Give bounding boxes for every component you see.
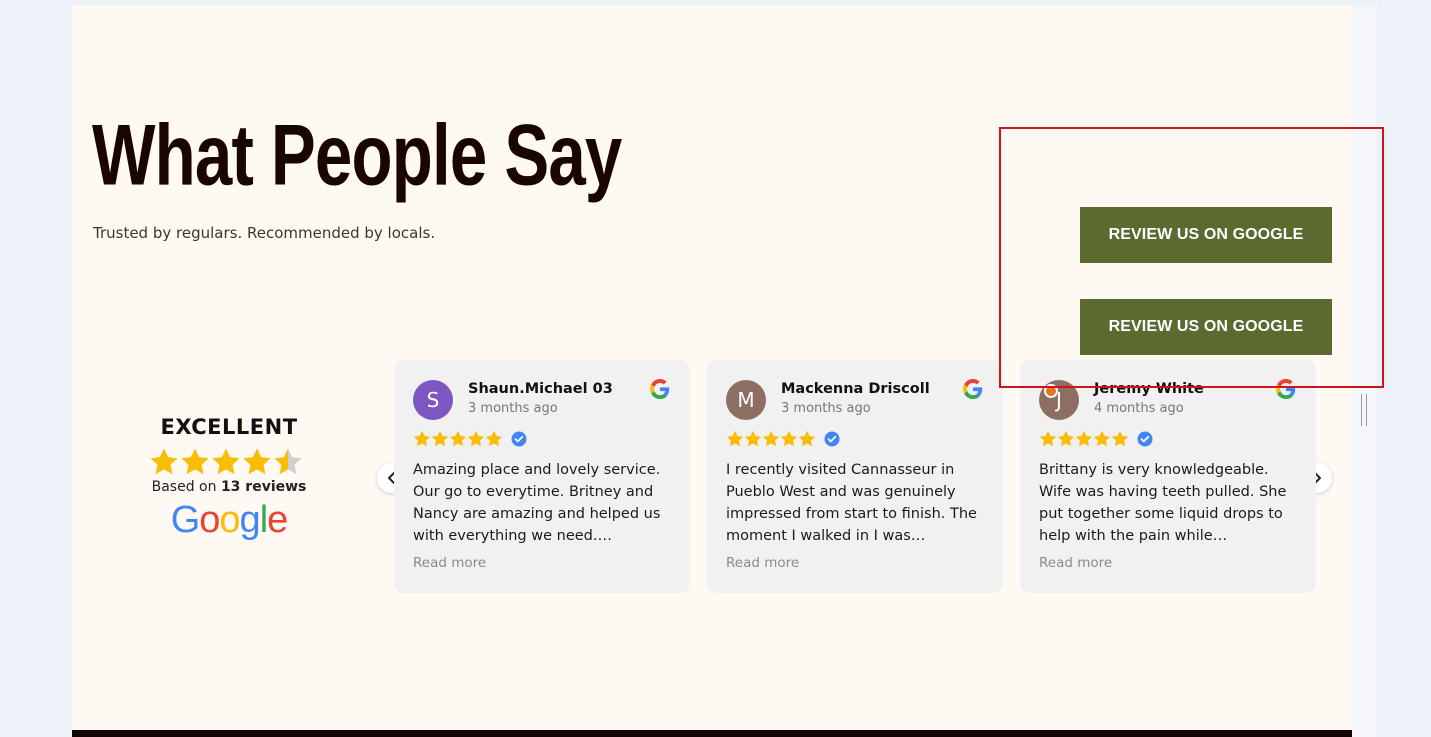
card-stars — [726, 430, 840, 448]
local-guide-badge-icon — [1044, 384, 1058, 398]
based-on-label: Based on — [151, 479, 217, 495]
summary-star-rating — [150, 448, 302, 475]
review-us-on-google-button-secondary[interactable]: REVIEW US ON GOOGLE — [1080, 299, 1332, 355]
review-date: 3 months ago — [781, 401, 871, 416]
google-g-icon — [1276, 379, 1296, 399]
read-more-link[interactable]: Read more — [726, 555, 799, 571]
review-card: M Mackenna Driscoll 3 months ago I recen… — [707, 360, 1003, 593]
star-rating — [413, 430, 503, 447]
google-g-icon — [963, 379, 983, 399]
star-icon — [150, 448, 178, 475]
review-text: I recently visited Cannasseur in Pueblo … — [726, 462, 977, 544]
review-count-value: 13 reviews — [220, 479, 307, 495]
resize-handle-icon[interactable] — [1361, 394, 1367, 426]
review-card: J Jeremy White 4 months ago Brittany is … — [1020, 360, 1316, 593]
read-more-link[interactable]: Read more — [413, 555, 486, 571]
star-icon — [212, 448, 240, 475]
summary-stars — [144, 445, 314, 477]
star-icon — [243, 448, 271, 475]
card-stars — [1039, 430, 1153, 448]
rating-summary: EXCELLENT Based on 13 reviews Google — [144, 415, 314, 542]
read-more-link[interactable]: Read more — [1039, 555, 1112, 571]
review-text: Brittany is very knowledgeable. Wife was… — [1039, 462, 1287, 544]
avatar: S — [413, 380, 453, 420]
review-date: 4 months ago — [1094, 401, 1184, 416]
review-text: Amazing place and lovely service. Our go… — [413, 462, 661, 544]
section-heading: What People Say — [92, 107, 622, 204]
review-count: Based on 13 reviews — [144, 479, 314, 495]
google-g-icon — [650, 379, 670, 399]
reviews-section: What People Say Trusted by regulars. Rec… — [72, 5, 1352, 737]
review-us-on-google-button[interactable]: REVIEW US ON GOOGLE — [1080, 207, 1332, 263]
avatar: M — [726, 380, 766, 420]
section-subtitle: Trusted by regulars. Recommended by loca… — [93, 224, 436, 242]
reviewer-name[interactable]: Shaun.Michael 03 — [468, 381, 613, 397]
footer-bar — [72, 730, 1352, 737]
reviewer-name[interactable]: Jeremy White — [1094, 381, 1204, 397]
star-rating — [726, 430, 816, 447]
reviewer-name[interactable]: Mackenna Driscoll — [781, 381, 930, 397]
review-card: S Shaun.Michael 03 3 months ago Amazing … — [394, 360, 690, 593]
review-date: 3 months ago — [468, 401, 558, 416]
card-stars — [413, 430, 527, 448]
page-gutter — [1352, 5, 1377, 737]
star-icon — [181, 448, 209, 475]
rating-label: EXCELLENT — [160, 415, 298, 439]
verified-badge-icon — [1137, 431, 1153, 447]
verified-badge-icon — [511, 431, 527, 447]
half-star-icon — [274, 448, 302, 475]
verified-badge-icon — [824, 431, 840, 447]
star-rating — [1039, 430, 1129, 447]
google-logo: Google — [170, 499, 289, 541]
